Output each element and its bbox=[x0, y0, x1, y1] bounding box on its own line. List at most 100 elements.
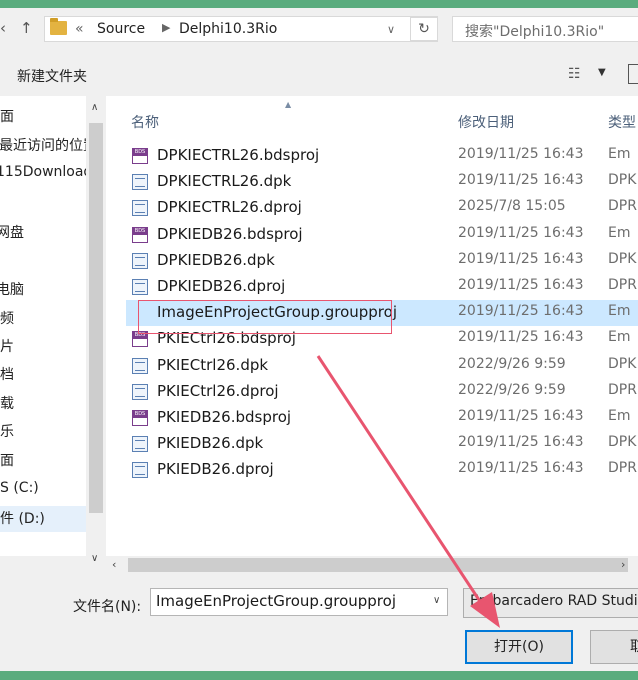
file-name: PKIEDB26.dpk bbox=[157, 434, 264, 453]
file-row[interactable]: DPKIECTRL26.dpk 2019/11/25 16:43 DPK bbox=[106, 169, 638, 195]
sidebar-item-videos[interactable]: 频 bbox=[0, 308, 14, 328]
file-row[interactable]: PKIEDB26.dpk 2019/11/25 16:43 DPK bbox=[106, 431, 638, 457]
file-row[interactable]: PKIEDB26.dproj 2019/11/25 16:43 DPR bbox=[106, 457, 638, 483]
search-input[interactable]: 搜索"Delphi10.3Rio" bbox=[452, 16, 638, 42]
horizontal-scrollbar-thumb[interactable] bbox=[128, 558, 628, 572]
sidebar-item-documents[interactable]: 档 bbox=[0, 364, 14, 384]
sidebar-item-recent[interactable]: 最近访问的位置 bbox=[0, 135, 86, 155]
bds-icon bbox=[132, 226, 148, 243]
cancel-button[interactable]: 取消 bbox=[590, 630, 638, 664]
file-name: DPKIECTRL26.bdsproj bbox=[157, 146, 320, 164]
file-row[interactable]: DPKIEDB26.bdsproj 2019/11/25 16:43 Em bbox=[106, 222, 638, 248]
refresh-icon: ↻ bbox=[418, 21, 430, 37]
refresh-button[interactable]: ↻ bbox=[410, 17, 438, 41]
column-header-type[interactable]: 类型 bbox=[608, 112, 636, 132]
dpk-icon bbox=[132, 436, 148, 453]
sidebar-item-computer[interactable]: 电脑 bbox=[0, 279, 24, 299]
address-dropdown-icon[interactable]: ∨ bbox=[387, 23, 395, 36]
command-bar: 新建文件夹 ☷ ▼ bbox=[0, 58, 638, 92]
scroll-right-icon[interactable]: › bbox=[621, 558, 625, 571]
folder-icon bbox=[50, 18, 67, 35]
filename-dropdown-icon[interactable]: ∨ bbox=[433, 595, 440, 606]
file-date: 2019/11/25 16:43 bbox=[458, 329, 584, 346]
file-name: DPKIECTRL26.dpk bbox=[157, 172, 292, 191]
scroll-up-icon[interactable]: ∧ bbox=[91, 102, 98, 113]
view-options-icon[interactable]: ☷ bbox=[568, 66, 581, 82]
file-type: DPR bbox=[608, 460, 637, 477]
file-date: 2019/11/25 16:43 bbox=[458, 224, 584, 241]
dproj-icon bbox=[132, 279, 148, 295]
file-row[interactable]: DPKIECTRL26.dproj 2025/7/8 15:05 DPR bbox=[106, 195, 638, 221]
sidebar-item-music[interactable]: 乐 bbox=[0, 421, 14, 441]
file-type: Em bbox=[608, 303, 631, 320]
file-name: PKIECtrl26.dproj bbox=[157, 381, 279, 400]
file-row[interactable]: PKIEDB26.bdsproj 2019/11/25 16:43 Em bbox=[106, 405, 638, 431]
file-name: DPKIEDB26.dproj bbox=[157, 277, 286, 295]
breadcrumb-separator-icon: ▶ bbox=[162, 21, 171, 34]
filename-input[interactable]: ImageEnProjectGroup.groupproj ∨ bbox=[150, 588, 448, 616]
address-toolbar: ‹ ↑ « Source ▶ Delphi10.3Rio ∨ ↻ 搜索"Delp… bbox=[0, 8, 638, 50]
file-date: 2019/11/25 16:43 bbox=[458, 250, 584, 267]
file-date: 2025/7/8 15:05 bbox=[458, 198, 566, 215]
open-button[interactable]: 打开(O) bbox=[465, 630, 573, 664]
dialog-footer: 文件名(N): ImageEnProjectGroup.groupproj ∨ … bbox=[0, 574, 638, 671]
sidebar-item-drive-d[interactable]: 件 (D:) bbox=[0, 506, 86, 532]
file-date: 2019/11/25 16:43 bbox=[458, 408, 584, 424]
up-arrow-icon[interactable]: ↑ bbox=[20, 19, 33, 37]
sort-ascending-icon: ▲ bbox=[285, 100, 292, 109]
back-arrow-icon[interactable]: ‹ bbox=[0, 19, 6, 37]
address-overflow-chevron[interactable]: « bbox=[75, 21, 84, 37]
file-type: Em bbox=[608, 224, 631, 241]
file-type: Em bbox=[608, 408, 631, 424]
file-date: 2022/9/26 9:59 bbox=[458, 355, 566, 372]
scroll-down-icon[interactable]: ∨ bbox=[91, 553, 98, 564]
file-name: PKIEDB26.bdsproj bbox=[157, 408, 292, 426]
column-header-date[interactable]: 修改日期 bbox=[458, 112, 514, 132]
address-bar[interactable]: « Source ▶ Delphi10.3Rio ∨ bbox=[44, 16, 438, 42]
sidebar-item-downloads2[interactable]: 载 bbox=[0, 393, 14, 413]
file-row[interactable]: PKIECtrl26.dproj 2022/9/26 9:59 DPR bbox=[106, 379, 638, 405]
sidebar-item-pictures[interactable]: 片 bbox=[0, 336, 14, 356]
file-type: DPK bbox=[608, 355, 637, 372]
sidebar-item-drive-c[interactable]: S (C:) bbox=[0, 480, 39, 496]
file-row[interactable]: DPKIEDB26.dproj 2019/11/25 16:43 DPR bbox=[106, 274, 638, 300]
dpk-icon bbox=[132, 174, 148, 191]
breadcrumb-delphi[interactable]: Delphi10.3Rio bbox=[179, 21, 277, 37]
dproj-icon bbox=[132, 200, 148, 217]
sidebar-item-desktop2[interactable]: 面 bbox=[0, 450, 14, 470]
filetype-select[interactable]: Embarcadero RAD Studio bbox=[463, 588, 638, 618]
file-date: 2019/11/25 16:43 bbox=[458, 277, 584, 293]
file-type: DPK bbox=[608, 434, 637, 451]
file-type: DPR bbox=[608, 381, 637, 398]
file-date: 2019/11/25 16:43 bbox=[458, 172, 584, 189]
file-type: DPK bbox=[608, 172, 637, 189]
breadcrumb-source[interactable]: Source bbox=[97, 21, 145, 37]
sidebar-item-desktop[interactable]: 面 bbox=[0, 106, 14, 126]
file-type: DPR bbox=[608, 198, 637, 215]
scroll-left-icon[interactable]: ‹ bbox=[112, 558, 116, 571]
file-date: 2019/11/25 16:43 bbox=[458, 303, 584, 320]
bds-icon bbox=[132, 148, 148, 164]
file-row[interactable]: DPKIECTRL26.bdsproj 2019/11/25 16:43 Em bbox=[106, 143, 638, 169]
open-file-dialog: ‹ ↑ « Source ▶ Delphi10.3Rio ∨ ↻ 搜索"Delp… bbox=[0, 8, 638, 671]
file-date: 2019/11/25 16:43 bbox=[458, 434, 584, 451]
view-dropdown-icon[interactable]: ▼ bbox=[598, 67, 606, 78]
bds-icon bbox=[132, 410, 148, 426]
column-header-name[interactable]: 名称 bbox=[131, 112, 159, 132]
file-name: DPKIECTRL26.dproj bbox=[157, 198, 302, 217]
new-folder-button[interactable]: 新建文件夹 bbox=[17, 66, 87, 86]
sidebar-item-downloads[interactable]: 115Downloads bbox=[0, 164, 86, 180]
file-name: PKIEDB26.dproj bbox=[157, 460, 274, 479]
dpk-icon bbox=[132, 357, 148, 374]
file-date: 2019/11/25 16:43 bbox=[458, 146, 584, 162]
file-row[interactable]: PKIECtrl26.dpk 2022/9/26 9:59 DPK bbox=[106, 353, 638, 379]
file-type: Em bbox=[608, 329, 631, 346]
sidebar-item-netdisk[interactable]: 网盘 bbox=[0, 222, 24, 242]
preview-pane-icon[interactable] bbox=[628, 64, 638, 84]
dproj-icon bbox=[132, 383, 148, 400]
sidebar-scrollbar-thumb[interactable] bbox=[89, 123, 103, 513]
file-date: 2022/9/26 9:59 bbox=[458, 381, 566, 398]
filename-value: ImageEnProjectGroup.groupproj bbox=[156, 592, 396, 610]
horizontal-scrollbar[interactable]: ‹ › bbox=[106, 556, 638, 574]
file-row[interactable]: DPKIEDB26.dpk 2019/11/25 16:43 DPK bbox=[106, 248, 638, 274]
